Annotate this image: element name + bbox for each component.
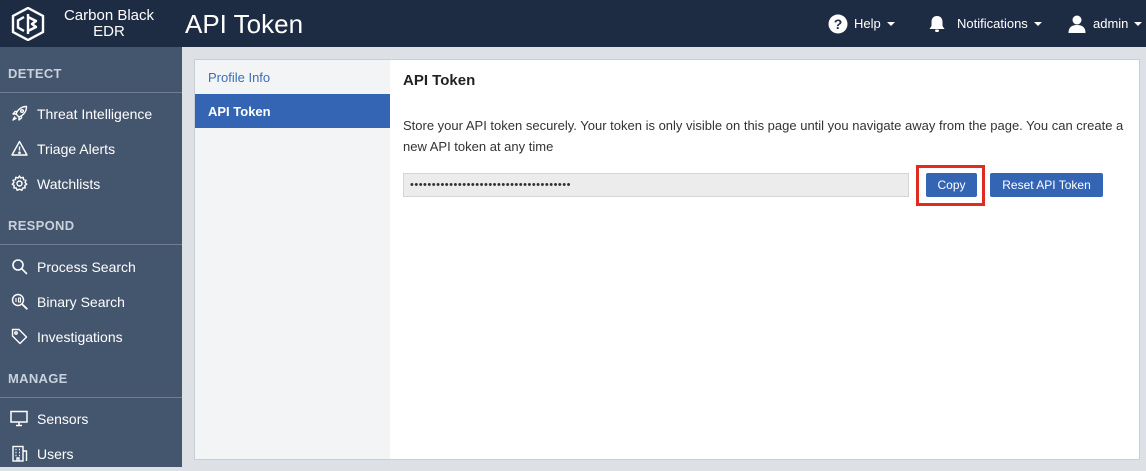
subnav-item-api-token[interactable]: API Token	[195, 94, 390, 128]
sidebar-section-respond: RESPOND	[0, 205, 182, 245]
binary-search-icon	[10, 293, 28, 311]
sidebar-item-label: Investigations	[37, 328, 123, 345]
user-label: admin	[1093, 16, 1129, 31]
search-icon	[10, 258, 28, 276]
sidebar-section-manage: MANAGE	[0, 358, 182, 398]
question-circle-icon: ?	[828, 14, 848, 33]
sidebar-item-label: Sensors	[37, 410, 89, 427]
sidebar-item-investigations[interactable]: Investigations	[0, 319, 182, 354]
top-header: Carbon Black EDR API Token ? Help Notifi…	[0, 0, 1146, 47]
chevron-down-icon	[1134, 21, 1143, 26]
chevron-down-icon	[886, 21, 895, 26]
sidebar-item-label: Binary Search	[37, 293, 125, 310]
sidebar-item-binary-search[interactable]: Binary Search	[0, 284, 182, 319]
carbon-black-logo-icon[interactable]	[10, 7, 46, 41]
subnav-item-profile-info[interactable]: Profile Info	[195, 60, 390, 94]
brand-line-1: Carbon Black	[63, 7, 155, 24]
copy-button[interactable]: Copy	[926, 173, 977, 197]
user-icon	[1068, 15, 1086, 33]
warning-icon	[10, 140, 28, 158]
sidebar-item-triage-alerts[interactable]: Triage Alerts	[0, 131, 182, 166]
sidebar-item-label: Process Search	[37, 258, 136, 275]
sidebar-item-label: Watchlists	[37, 175, 101, 192]
building-icon	[10, 445, 28, 463]
monitor-icon	[10, 410, 28, 428]
sidebar-item-watchlists[interactable]: Watchlists	[0, 166, 182, 201]
profile-subnav: Profile Info API Token	[195, 60, 390, 459]
help-label: Help	[854, 16, 881, 31]
user-menu[interactable]: admin	[1067, 0, 1143, 47]
sidebar-item-label: Triage Alerts	[37, 140, 116, 157]
section-title: API Token	[403, 72, 476, 89]
brand-name[interactable]: Carbon Black EDR	[53, 8, 165, 40]
sidebar-section-detect: DETECT	[0, 53, 182, 93]
notifications-menu[interactable]: Notifications	[927, 0, 1042, 47]
bell-icon	[929, 15, 945, 32]
sidebar-item-threat-intelligence[interactable]: Threat Intelligence	[0, 96, 182, 131]
sidebar: DETECT Threat Intelligence Triage Alerts	[0, 47, 182, 467]
api-token-field[interactable]	[403, 173, 909, 197]
rocket-icon	[10, 105, 28, 123]
chevron-down-icon	[1033, 21, 1042, 26]
sidebar-item-label: Threat Intelligence	[37, 105, 153, 122]
page-title: API Token	[185, 9, 304, 39]
api-token-description: Store your API token securely. Your toke…	[403, 118, 1124, 154]
tag-icon	[10, 328, 28, 346]
main-panel: Profile Info API Token API Token Store y…	[194, 59, 1140, 460]
sidebar-item-process-search[interactable]: Process Search	[0, 249, 182, 284]
sidebar-item-sensors[interactable]: Sensors	[0, 401, 182, 436]
svg-text:?: ?	[834, 16, 843, 32]
help-menu[interactable]: ? Help	[828, 0, 895, 47]
notifications-label: Notifications	[957, 16, 1028, 31]
sidebar-item-users[interactable]: Users	[0, 436, 182, 471]
reset-api-token-button[interactable]: Reset API Token	[990, 173, 1103, 197]
brand-line-2: EDR	[93, 23, 125, 40]
sidebar-item-label: Users	[37, 445, 74, 462]
gear-icon	[10, 175, 28, 193]
